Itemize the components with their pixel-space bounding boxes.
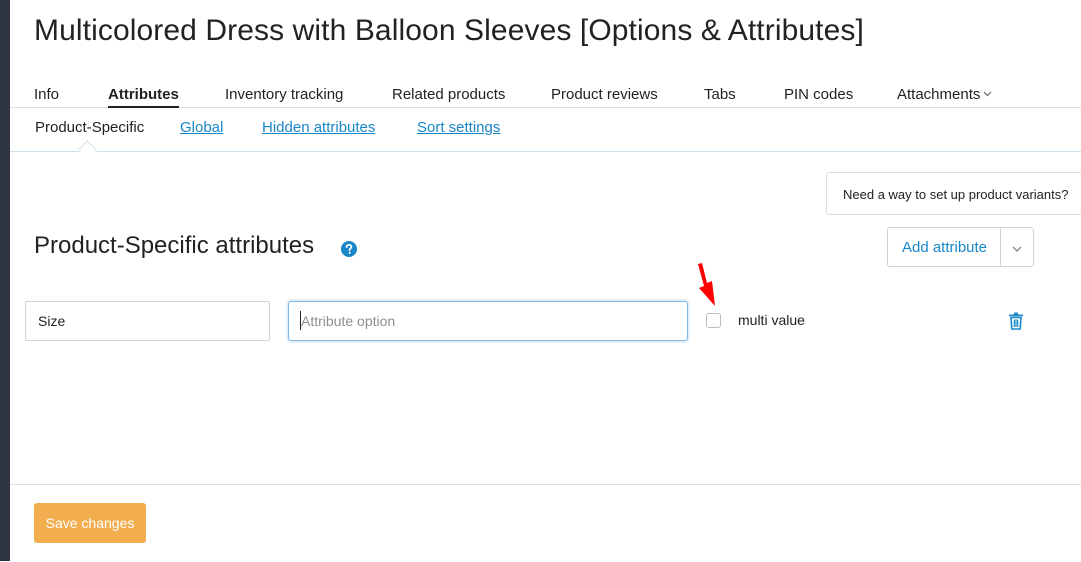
tab-pin-codes[interactable]: PIN codes [784,86,853,103]
subtab-global[interactable]: Global [180,119,223,136]
attribute-name-input[interactable] [25,301,270,341]
chevron-down-icon [1012,246,1022,252]
tab-attachments-label: Attachments [897,86,981,103]
page-title: Multicolored Dress with Balloon Sleeves … [34,14,864,47]
left-sidebar-strip [0,0,10,561]
subtab-hidden-attributes[interactable]: Hidden attributes [262,119,375,136]
tab-related-products[interactable]: Related products [392,86,505,103]
add-attribute-button-group: Add attribute [887,227,1034,267]
attribute-option-input[interactable] [288,301,688,341]
product-variants-hint[interactable]: Need a way to set up product variants? [826,172,1081,215]
tab-attachments[interactable]: Attachments [897,86,992,103]
chevron-down-icon [983,91,992,97]
section-title: Product-Specific attributes [34,232,315,259]
main-tabs: Info Attributes Inventory tracking Relat… [10,82,1081,109]
active-subtab-pointer [78,140,97,159]
add-attribute-dropdown-toggle[interactable] [1000,228,1033,266]
tab-info[interactable]: Info [34,86,59,103]
red-arrow-icon [698,263,715,306]
tab-inventory-tracking[interactable]: Inventory tracking [225,86,343,103]
tab-tabs[interactable]: Tabs [704,86,736,103]
tab-attributes[interactable]: Attributes [108,86,179,109]
save-changes-button[interactable]: Save changes [34,503,146,543]
multi-value-label[interactable]: multi value [738,312,805,328]
product-variants-hint-text: Need a way to set up product variants? [843,187,1069,202]
multi-value-checkbox[interactable] [706,313,721,328]
subtab-sort-settings[interactable]: Sort settings [417,119,500,136]
trash-icon[interactable] [1008,312,1024,330]
text-cursor [300,311,301,330]
question-circle-icon[interactable] [341,241,357,257]
add-attribute-button[interactable]: Add attribute [888,228,1000,266]
tab-product-reviews[interactable]: Product reviews [551,86,658,103]
footer-bar: Save changes [10,484,1081,562]
sub-tabs: Product-Specific Global Hidden attribute… [10,108,1081,159]
subtab-product-specific[interactable]: Product-Specific [35,119,144,136]
